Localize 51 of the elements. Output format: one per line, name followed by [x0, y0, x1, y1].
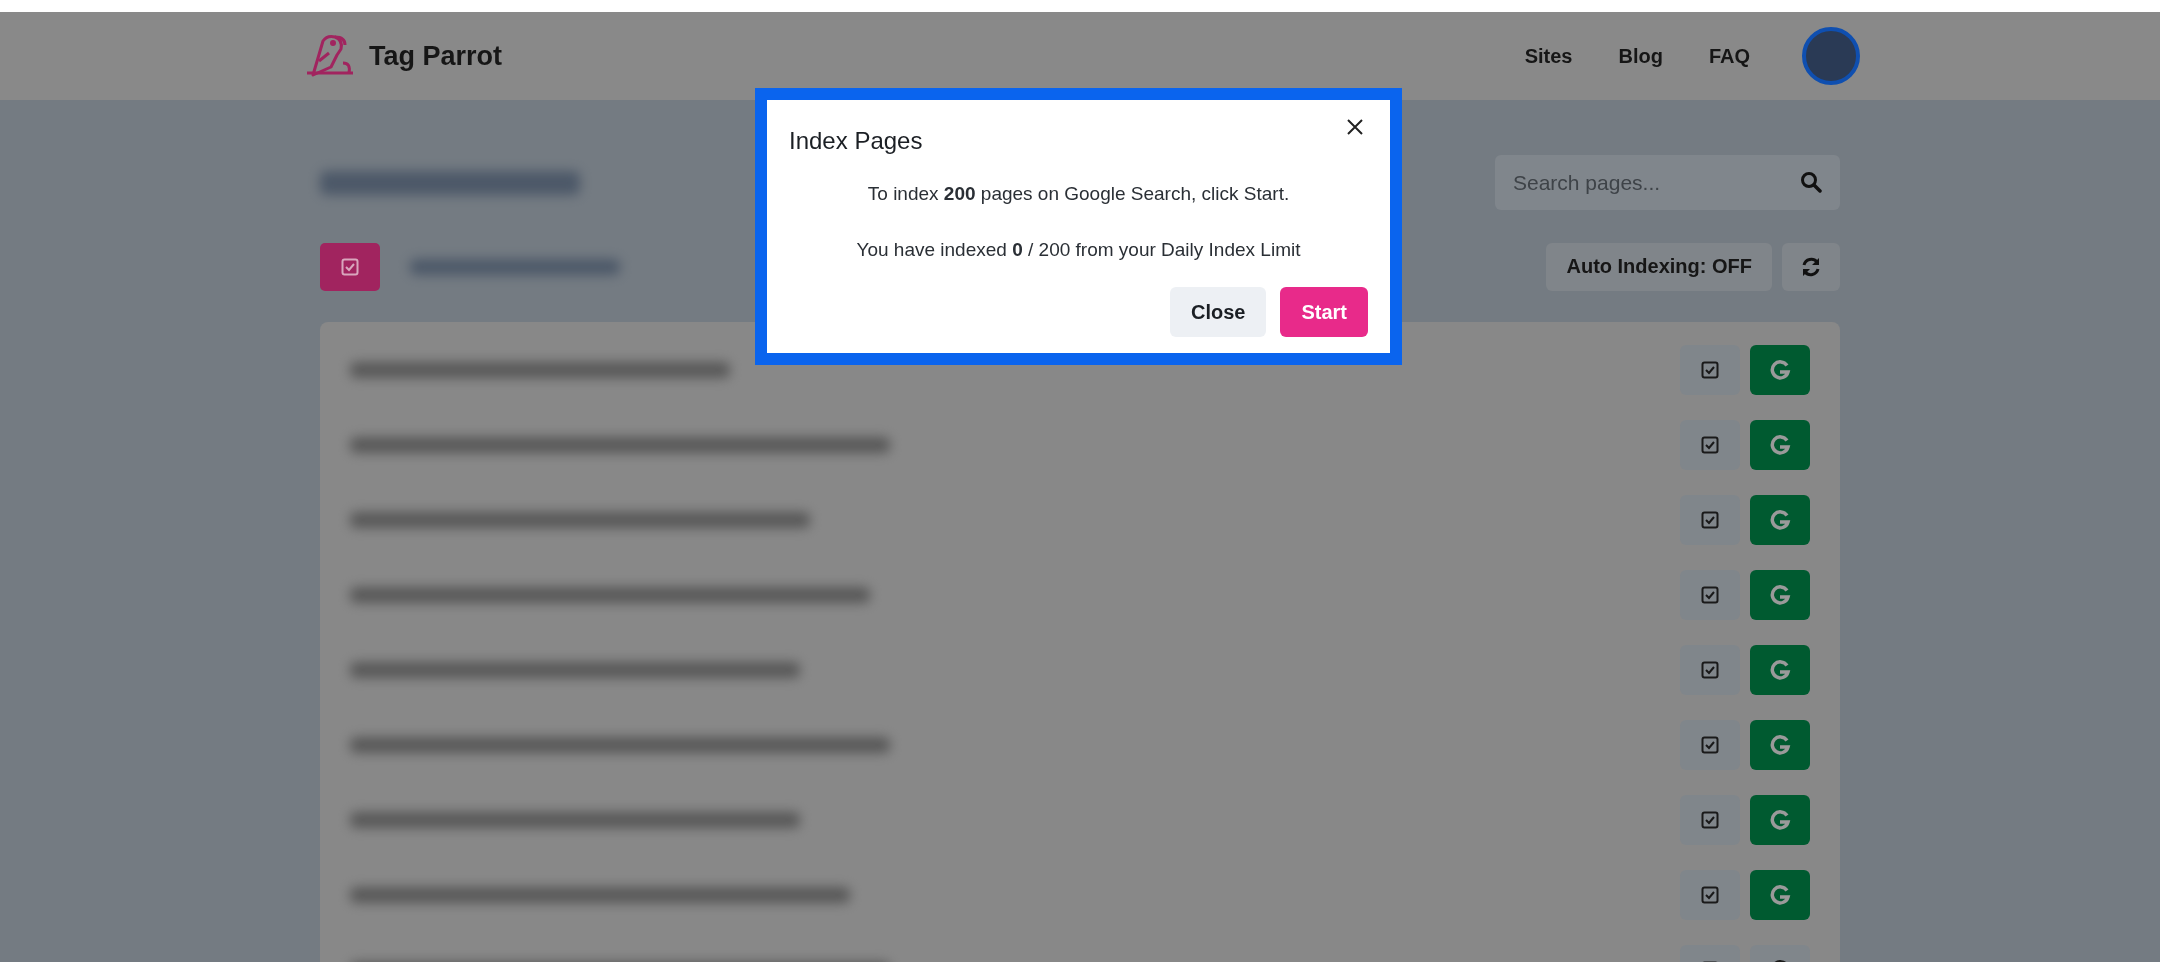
close-icon	[1346, 118, 1364, 136]
mark-button[interactable]	[1680, 794, 1740, 845]
mark-button[interactable]	[1680, 569, 1740, 620]
mark-button[interactable]	[1680, 869, 1740, 920]
google-index-button[interactable]	[1750, 794, 1810, 845]
checkbox-icon	[1701, 585, 1719, 604]
google-index-button[interactable]	[1750, 419, 1810, 470]
g-icon	[1769, 658, 1791, 681]
checkbox-icon	[1701, 660, 1719, 679]
google-index-button[interactable]	[1750, 494, 1810, 545]
auto-indexing-button[interactable]: Auto Indexing: OFF	[1546, 242, 1772, 291]
start-button[interactable]: Start	[1280, 287, 1368, 337]
google-index-button[interactable]	[1750, 569, 1810, 620]
mark-button[interactable]	[1680, 494, 1740, 545]
nav-link[interactable]: Sites	[1524, 44, 1573, 68]
select-all-button[interactable]	[320, 242, 380, 291]
checkbox-icon	[1701, 735, 1719, 754]
parrot-logo-icon	[305, 33, 355, 79]
refresh-button[interactable]	[1782, 242, 1840, 291]
mark-button[interactable]	[1680, 419, 1740, 470]
g-icon	[1769, 883, 1791, 906]
checkbox-icon	[341, 257, 359, 276]
google-index-button[interactable]	[1750, 344, 1810, 395]
mark-button[interactable]	[1680, 719, 1740, 770]
search-field[interactable]: Search pages...	[1495, 155, 1840, 210]
g-icon	[1769, 583, 1791, 606]
dialog-title: Index Pages	[789, 127, 923, 155]
checkbox-icon	[1701, 810, 1719, 829]
search-icon	[1800, 171, 1822, 193]
mark-button[interactable]	[1680, 644, 1740, 695]
dialog-message: To index 200 pages on Google Search, click Start.	[867, 183, 1290, 205]
dialog-message: You have indexed 0 / 200 from your Daily Index Limit	[856, 239, 1301, 261]
google-index-button[interactable]	[1750, 869, 1810, 920]
checkbox-icon	[1701, 435, 1719, 454]
checkbox-icon	[1701, 885, 1719, 904]
nav-link[interactable]: Blog	[1618, 44, 1663, 68]
g-icon	[1769, 433, 1791, 456]
refresh-icon	[1800, 255, 1822, 278]
checkbox-icon	[1701, 510, 1719, 529]
nav-link[interactable]: FAQ	[1708, 44, 1750, 68]
google-index-button[interactable]	[1750, 644, 1810, 695]
cancel-button[interactable]: Close	[1169, 287, 1267, 337]
g-icon	[1769, 358, 1791, 381]
g-icon	[1769, 733, 1791, 756]
g-icon	[1769, 508, 1791, 531]
avatar[interactable]	[1802, 27, 1860, 85]
google-index-button[interactable]	[1750, 719, 1810, 770]
mark-button[interactable]	[1680, 344, 1740, 395]
g-icon	[1769, 808, 1791, 831]
checkbox-icon	[1701, 360, 1719, 379]
brand-name: Tag Parrot	[369, 40, 503, 72]
